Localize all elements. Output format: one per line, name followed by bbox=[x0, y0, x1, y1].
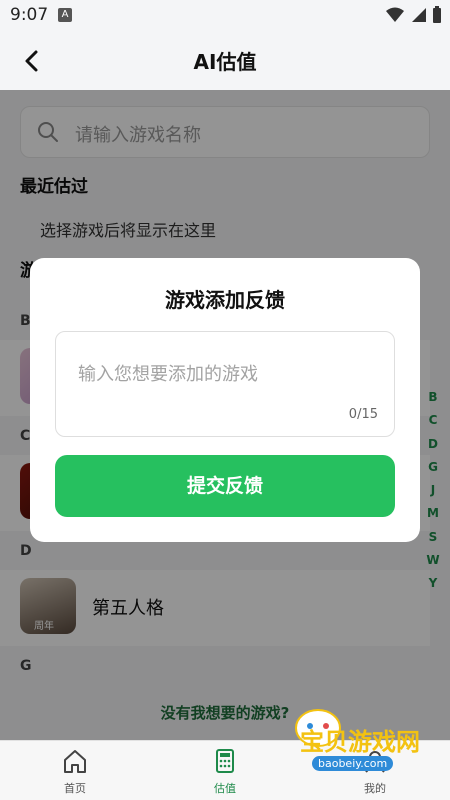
game-name-input[interactable]: 输入您想要添加的游戏 0/15 bbox=[55, 331, 395, 437]
home-icon bbox=[64, 750, 86, 773]
status-time: 9:07 bbox=[10, 5, 49, 25]
watermark-text: 宝贝游戏网 bbox=[300, 728, 420, 756]
submit-feedback-button[interactable]: 提交反馈 bbox=[55, 455, 395, 517]
wifi-icon bbox=[386, 7, 404, 22]
status-icons bbox=[386, 6, 442, 24]
watermark: 宝贝游戏网 baobeiy.com bbox=[260, 706, 420, 786]
battery-icon bbox=[433, 6, 441, 23]
signal-icon bbox=[412, 8, 426, 22]
feedback-dialog: 游戏添加反馈 输入您想要添加的游戏 0/15 提交反馈 bbox=[30, 258, 420, 542]
status-bar: 9:07 A bbox=[0, 0, 450, 32]
page-title: AI估值 bbox=[193, 50, 257, 74]
top-bar: AI估值 bbox=[0, 32, 450, 90]
input-placeholder: 输入您想要添加的游戏 bbox=[78, 364, 258, 385]
watermark-url: baobeiy.com bbox=[312, 756, 394, 771]
calculator-icon bbox=[216, 749, 234, 773]
nav-valuation-label: 估值 bbox=[214, 782, 236, 795]
nav-valuation[interactable]: 估值 bbox=[185, 747, 265, 796]
notification-a-icon: A bbox=[58, 8, 72, 22]
nav-home-label: 首页 bbox=[64, 782, 86, 795]
char-counter: 0/15 bbox=[348, 407, 378, 422]
nav-home[interactable]: 首页 bbox=[35, 747, 115, 796]
dialog-title: 游戏添加反馈 bbox=[165, 288, 285, 312]
